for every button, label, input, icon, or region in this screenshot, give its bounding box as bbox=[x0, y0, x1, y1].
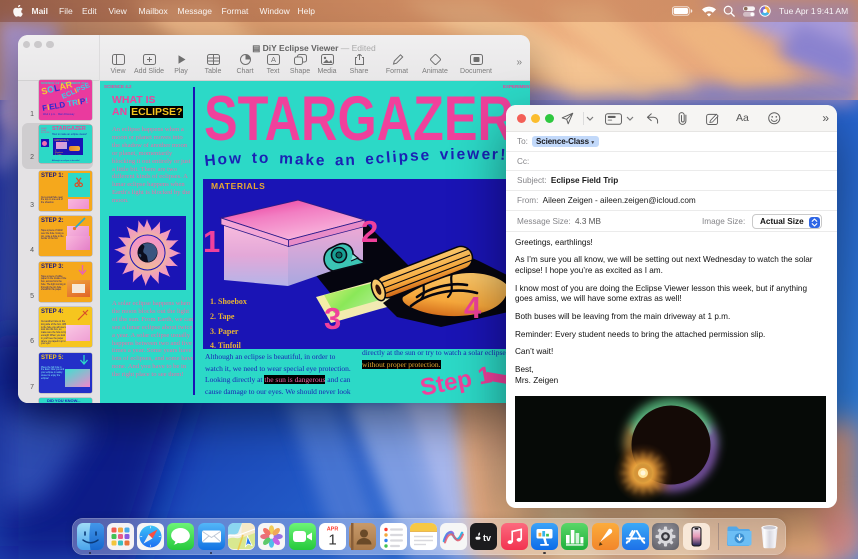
svg-text:1: 1 bbox=[203, 224, 220, 259]
svg-text:1. Shoebox: 1. Shoebox bbox=[210, 297, 247, 306]
svg-text:How to make an eclipse viewer!: How to make an eclipse viewer! bbox=[204, 146, 506, 170]
svg-text:2: 2 bbox=[361, 214, 378, 249]
svg-text:tv: tv bbox=[483, 533, 491, 543]
svg-text:A: A bbox=[270, 55, 275, 64]
svg-text:4. Tinfoil: 4. Tinfoil bbox=[210, 341, 242, 349]
svg-text:3: 3 bbox=[324, 301, 341, 336]
svg-text:MATERIALS: MATERIALS bbox=[211, 181, 265, 191]
svg-text:1: 1 bbox=[328, 532, 336, 549]
svg-text:2. Tape: 2. Tape bbox=[210, 312, 235, 321]
svg-text:4: 4 bbox=[464, 290, 482, 325]
svg-text:3. Paper: 3. Paper bbox=[210, 327, 239, 336]
